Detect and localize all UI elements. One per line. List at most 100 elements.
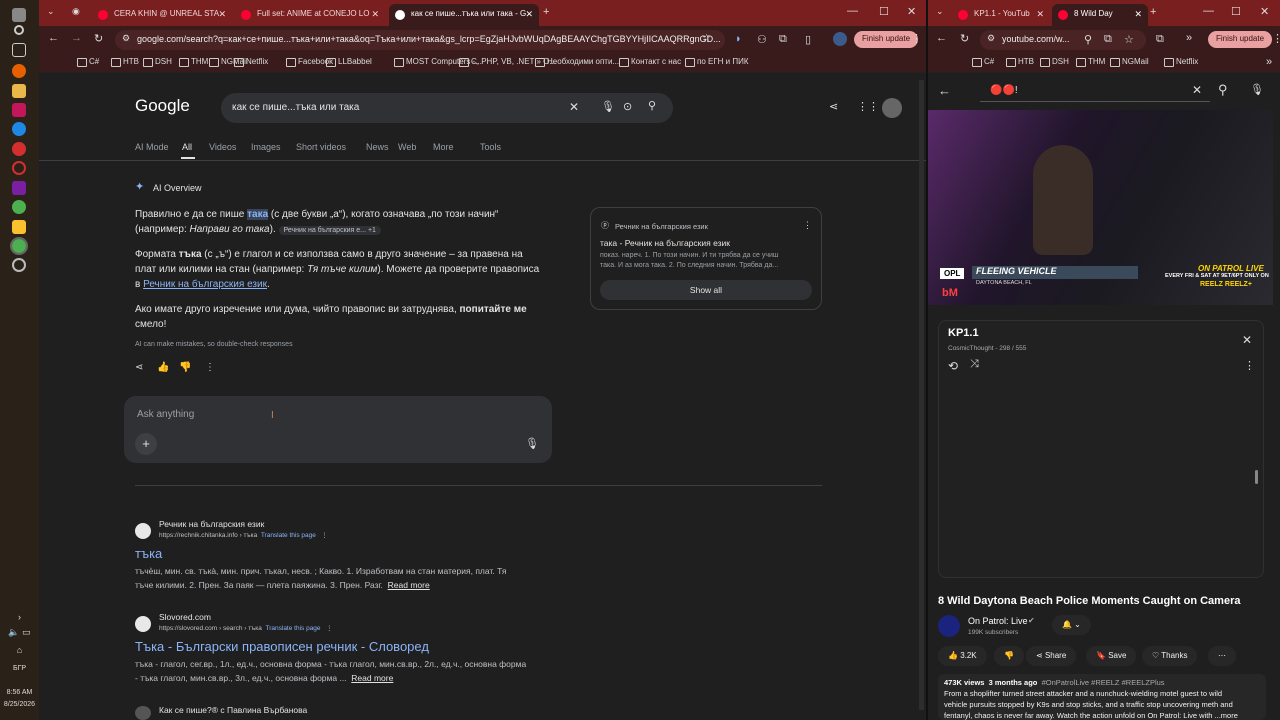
like-button[interactable]: 👍 3.2K (938, 646, 987, 666)
firefox-icon[interactable] (12, 64, 26, 78)
close-tab-icon[interactable]: ✕ (525, 9, 533, 20)
mic-icon[interactable]: 🎙 (525, 437, 539, 450)
zoom-icon[interactable]: ⚲ (1084, 33, 1092, 46)
bookmark-star-icon[interactable]: ☆ (1124, 33, 1134, 46)
close-window-icon[interactable]: ✕ (1260, 5, 1269, 18)
share-button[interactable]: ⋖ Share (1026, 646, 1077, 666)
new-tab-icon[interactable]: + (1150, 6, 1156, 18)
address-bar[interactable]: youtube.com/w... (980, 30, 1146, 50)
bookmark-10[interactable]: Необходими опти... (535, 57, 619, 67)
add-attachment-button[interactable]: + (135, 433, 157, 455)
bookmark-3[interactable]: THM (179, 57, 208, 67)
bookmark-5[interactable]: Netflix (234, 57, 268, 67)
pinned-tab-icon[interactable]: ◉ (72, 6, 80, 17)
app-icon[interactable] (12, 103, 26, 117)
close-tab-icon[interactable]: ✕ (218, 9, 226, 20)
nav-tab-6[interactable]: Web (398, 142, 416, 152)
close-tab-icon[interactable]: ✕ (371, 9, 379, 20)
clear-search-icon[interactable]: ✕ (569, 100, 579, 114)
playlist-scrollbar[interactable] (1255, 470, 1258, 484)
site-info-icon[interactable]: ⚙ (122, 33, 130, 44)
apps-grid-icon[interactable]: ⋮⋮ (857, 100, 879, 113)
more-options-icon[interactable]: ⋮ (205, 362, 215, 373)
extension-icon[interactable]: ◗ (735, 33, 742, 45)
clock-app-icon[interactable] (12, 258, 26, 272)
source-card-menu-icon[interactable]: ⋮ (803, 220, 812, 231)
sidebar-icon[interactable]: ▯ (805, 33, 811, 46)
source-chip[interactable]: Речник на българския е... +1 (278, 226, 381, 235)
tab-search-icon[interactable]: ⌄ (47, 6, 55, 17)
nav-tab-8[interactable]: Tools (480, 142, 501, 152)
close-playlist-icon[interactable]: ✕ (1242, 333, 1252, 347)
finish-update-button[interactable]: Finish update (1208, 31, 1273, 48)
menu-icon[interactable]: ⋮ (1272, 32, 1280, 45)
channel-avatar[interactable] (938, 615, 960, 637)
maximize-icon[interactable]: ☐ (1231, 5, 1241, 18)
mic-icon[interactable]: 🎙 (1250, 83, 1264, 96)
search-icon[interactable]: ⚲ (1218, 82, 1228, 98)
more-extensions-icon[interactable]: » (1186, 32, 1192, 44)
nav-tab-0[interactable]: AI Mode (135, 142, 169, 152)
channel-name[interactable]: On Patrol: Live (968, 616, 1028, 626)
google-logo[interactable]: Google (135, 96, 190, 116)
tab-2[interactable]: Full set: ANIME at CONEJO LO ✕ (235, 4, 385, 26)
opera-gx-icon[interactable] (12, 161, 26, 175)
result-url[interactable]: https://rechnik.chitanka.info › тъка Tra… (159, 531, 328, 539)
loop-icon[interactable]: ⟲ (948, 359, 958, 373)
voice-search-icon[interactable]: 🎙 (601, 100, 615, 113)
hashtags[interactable]: #OnPatrolLive #REELZ #REELZPlus (1042, 678, 1165, 687)
task-view-icon[interactable] (12, 43, 26, 57)
ask-anything-box[interactable] (124, 396, 552, 463)
scrollbar[interactable] (919, 80, 924, 710)
thumbs-up-icon[interactable]: 👍 (157, 362, 169, 373)
bookmark-2[interactable]: DSH (1040, 57, 1069, 67)
bookmark-3[interactable]: THM (1076, 57, 1105, 67)
close-tab-icon[interactable]: ✕ (1134, 9, 1142, 20)
tab-3-active[interactable]: как се пише...тъка или така - G ✕ (389, 4, 539, 26)
more-actions-button[interactable]: ⋯ (1208, 646, 1236, 666)
playlist-title[interactable]: KP1.1 (948, 327, 979, 339)
account-avatar[interactable] (882, 98, 902, 118)
onenote-icon[interactable] (12, 181, 26, 195)
language-indicator[interactable]: БГР (0, 665, 39, 672)
new-tab-icon[interactable]: + (543, 6, 549, 18)
share-icon[interactable]: ⋖ (829, 100, 838, 113)
back-icon[interactable]: ← (48, 32, 59, 44)
yt-search-text[interactable]: 🔴🔴! (990, 85, 1018, 96)
nav-tab-5[interactable]: News (366, 142, 389, 152)
minimize-icon[interactable]: — (1203, 5, 1214, 17)
show-all-button[interactable]: Show all (600, 280, 812, 300)
finish-update-button[interactable]: Finish update (854, 31, 919, 48)
nav-tab-1[interactable]: All (182, 142, 192, 152)
thumbs-down-icon[interactable]: 👎 (179, 362, 191, 373)
search-icon[interactable] (14, 25, 24, 35)
opera-icon[interactable] (12, 142, 26, 156)
bookmark-1[interactable]: НТВ (111, 57, 139, 67)
close-window-icon[interactable]: ✕ (907, 5, 916, 18)
save-button[interactable]: 🔖 Save (1086, 646, 1137, 666)
read-more-link[interactable]: Read more (351, 673, 393, 683)
tab-2-active[interactable]: 8 Wild Day ✕ (1052, 4, 1148, 26)
clear-search-icon[interactable]: ✕ (1192, 83, 1202, 97)
playlist-menu-icon[interactable]: ⋮ (1244, 359, 1255, 372)
extensions-puzzle-icon[interactable]: ⧉ (779, 33, 787, 46)
bookmark-2[interactable]: DSH (143, 57, 172, 67)
clock-date[interactable]: 8/25/2026 (0, 701, 39, 708)
search-query[interactable]: как се пише...тъка или така (232, 102, 359, 113)
bookmark-star-icon[interactable]: ☆ (702, 33, 711, 44)
nav-tab-7[interactable]: More (433, 142, 454, 152)
result-site-name[interactable]: Slovored.com (159, 612, 211, 622)
bookmark-7[interactable]: LLBabbel (326, 57, 372, 67)
shuffle-icon[interactable]: ⤨ (970, 358, 979, 371)
partial-result-site[interactable]: Как се пише?® с Павлина Върбанова (159, 705, 307, 715)
thanks-button[interactable]: ♡ Thanks (1142, 646, 1198, 666)
nav-tab-2[interactable]: Videos (209, 142, 236, 152)
result-title[interactable]: тъка (135, 546, 162, 561)
translate-link[interactable]: Translate this page (266, 625, 321, 632)
nav-tab-4[interactable]: Short videos (296, 142, 346, 152)
chrome-active-icon[interactable] (10, 237, 28, 255)
edge-icon[interactable] (12, 122, 26, 136)
app-icon-2[interactable] (12, 220, 26, 234)
reload-icon[interactable]: ↻ (960, 32, 969, 45)
tab-1[interactable]: KP1.1 - YouTub ✕ (952, 4, 1050, 26)
